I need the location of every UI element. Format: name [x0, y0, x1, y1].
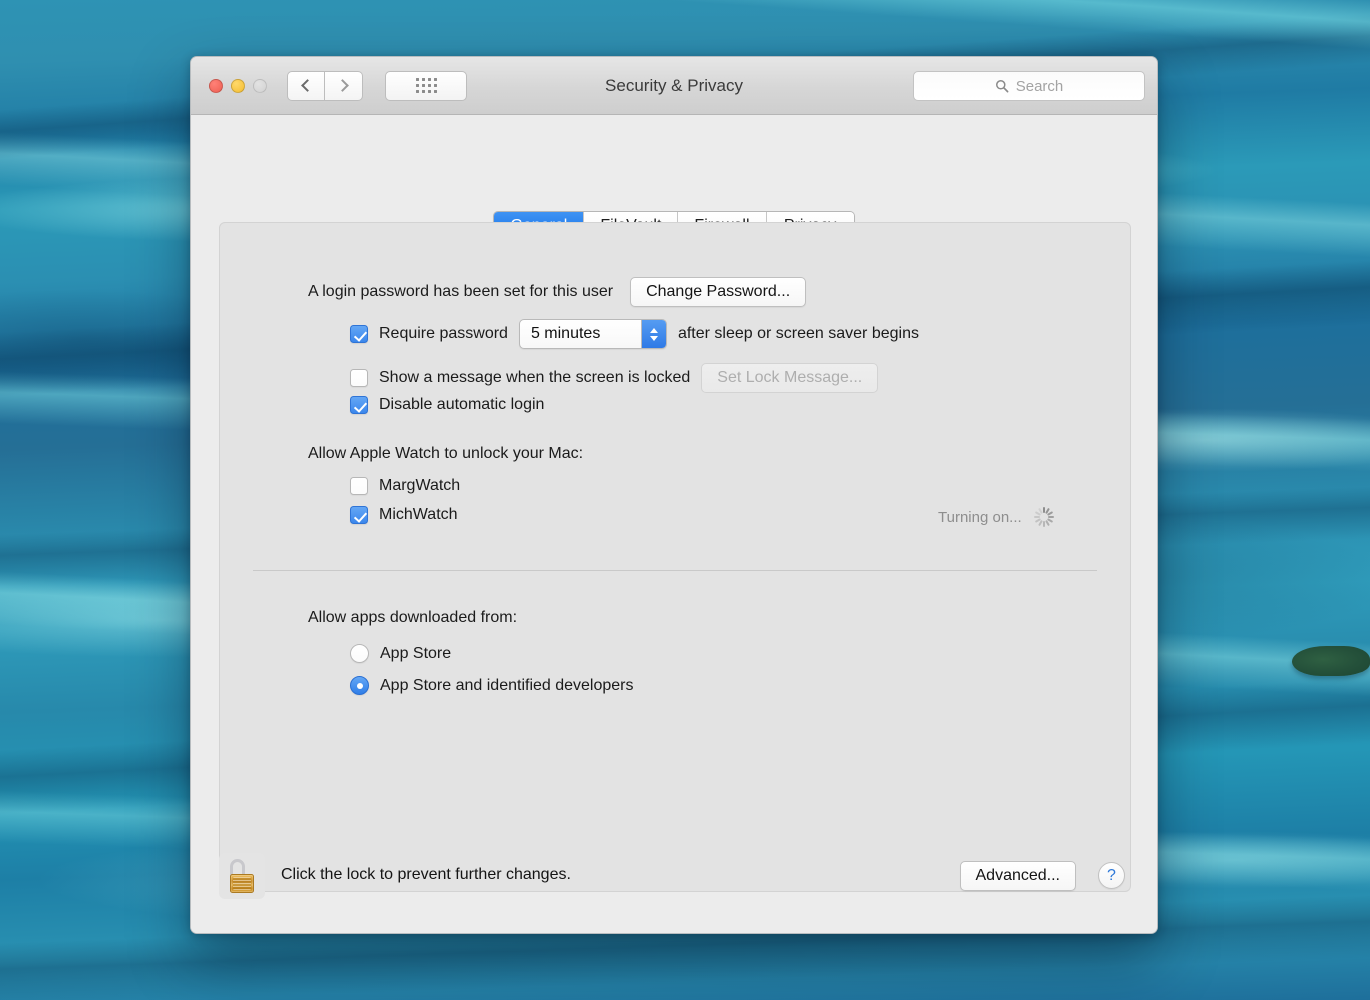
wallpaper-island [1292, 646, 1370, 676]
allow-apps-heading: Allow apps downloaded from: [308, 609, 517, 627]
apple-watch-row-michwatch: MichWatch [350, 506, 458, 524]
margwatch-label: MargWatch [379, 477, 460, 495]
michwatch-label: MichWatch [379, 506, 458, 524]
require-password-suffix: after sleep or screen saver begins [678, 325, 919, 343]
window-controls [209, 79, 267, 93]
set-lock-message-button[interactable]: Set Lock Message... [701, 363, 878, 393]
show-lock-message-row: Show a message when the screen is locked… [350, 363, 878, 393]
app-store-radio[interactable] [350, 644, 369, 663]
lock-hint-text: Click the lock to prevent further change… [281, 866, 571, 884]
help-button[interactable]: ? [1098, 862, 1125, 889]
require-password-row: Require password 5 minutes after sleep o… [350, 319, 919, 349]
forward-button[interactable] [325, 71, 363, 101]
require-password-label: Require password [379, 325, 508, 343]
apple-watch-row-margwatch: MargWatch [350, 477, 460, 495]
michwatch-status-text: Turning on... [938, 509, 1022, 526]
disable-auto-login-label: Disable automatic login [379, 396, 544, 414]
desktop-wallpaper: Security & Privacy Search General FileVa… [0, 0, 1370, 1000]
allow-apps-option-identified-developers[interactable]: App Store and identified developers [350, 676, 634, 695]
michwatch-checkbox[interactable] [350, 506, 368, 524]
show-lock-message-label: Show a message when the screen is locked [379, 369, 690, 387]
allow-apps-heading-row: Allow apps downloaded from: [308, 609, 517, 627]
show-lock-message-checkbox[interactable] [350, 369, 368, 387]
lock-button[interactable] [219, 853, 265, 899]
system-preferences-window: Security & Privacy Search General FileVa… [190, 56, 1158, 934]
stepper-arrows-icon[interactable] [641, 320, 666, 348]
chevron-right-icon [336, 79, 349, 92]
window-body: General FileVault Firewall Privacy A log… [191, 115, 1157, 934]
window-footer: Click the lock to prevent further change… [191, 844, 1157, 934]
zoom-button [253, 79, 267, 93]
minimize-button[interactable] [231, 79, 245, 93]
identified-developers-label: App Store and identified developers [380, 677, 634, 695]
disable-auto-login-checkbox[interactable] [350, 396, 368, 414]
search-placeholder: Search [1016, 78, 1064, 95]
require-password-delay-value: 5 minutes [520, 325, 641, 343]
login-password-row: A login password has been set for this u… [308, 277, 806, 307]
margwatch-checkbox[interactable] [350, 477, 368, 495]
window-titlebar[interactable]: Security & Privacy Search [191, 57, 1157, 115]
apple-watch-heading: Allow Apple Watch to unlock your Mac: [308, 445, 583, 463]
navigation-buttons [287, 71, 363, 101]
app-store-label: App Store [380, 645, 451, 663]
require-password-delay-select[interactable]: 5 minutes [519, 319, 667, 349]
disable-auto-login-row: Disable automatic login [350, 396, 544, 414]
login-password-status: A login password has been set for this u… [308, 283, 613, 301]
general-settings-panel: A login password has been set for this u… [219, 222, 1131, 892]
advanced-button[interactable]: Advanced... [960, 861, 1077, 891]
grid-icon [416, 78, 437, 93]
search-field[interactable]: Search [913, 71, 1145, 101]
close-button[interactable] [209, 79, 223, 93]
michwatch-status-group: Turning on... [938, 506, 1055, 528]
identified-developers-radio[interactable] [350, 676, 369, 695]
apple-watch-heading-row: Allow Apple Watch to unlock your Mac: [308, 445, 583, 463]
require-password-checkbox[interactable] [350, 325, 368, 343]
loading-spinner-icon [1033, 506, 1055, 528]
unlocked-padlock-icon [227, 859, 257, 893]
allow-apps-option-app-store[interactable]: App Store [350, 644, 451, 663]
search-icon [995, 79, 1009, 93]
chevron-left-icon [301, 79, 314, 92]
show-all-button[interactable] [385, 71, 467, 101]
change-password-button[interactable]: Change Password... [630, 277, 806, 307]
back-button[interactable] [287, 71, 325, 101]
section-divider [253, 570, 1097, 571]
